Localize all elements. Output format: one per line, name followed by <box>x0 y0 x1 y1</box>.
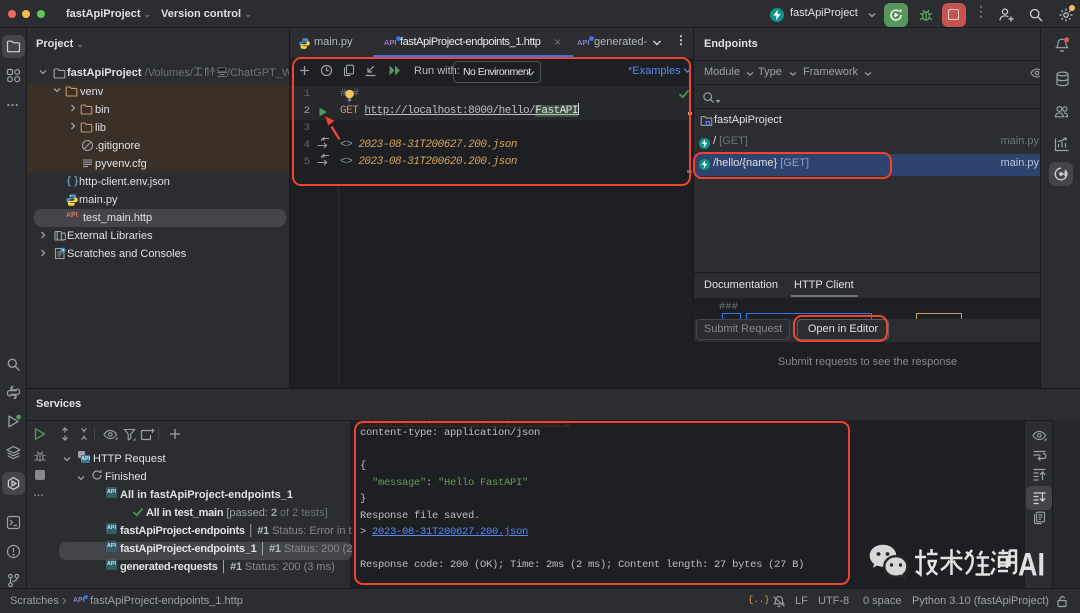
svg-text:AI: AI <box>1018 547 1045 583</box>
